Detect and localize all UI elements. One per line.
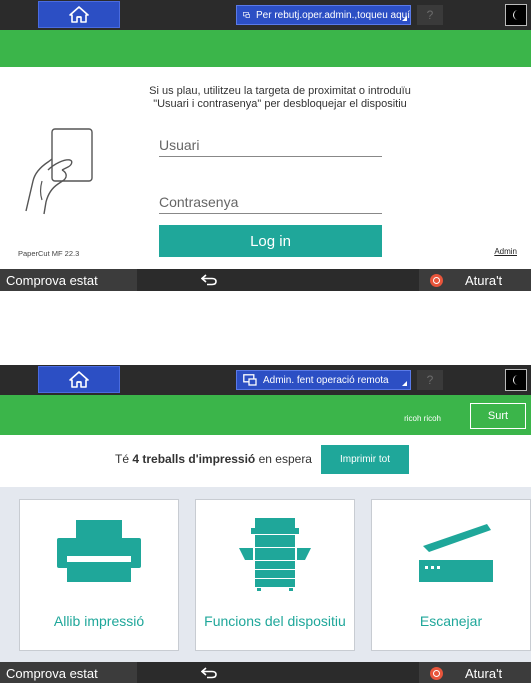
remote-status-button[interactable]: Admin. fent operació remota xyxy=(236,370,411,390)
back-arrow-icon xyxy=(201,667,217,679)
moon-icon xyxy=(513,10,518,20)
printer-icon xyxy=(57,520,141,582)
bottom-bar: Comprova estat Atura't xyxy=(0,269,531,291)
jobs-count: 4 treballs d'impressió xyxy=(132,452,256,466)
scan-tile[interactable]: Escanejar xyxy=(371,499,531,651)
remote-status-button[interactable]: Per rebutj.oper.admin.,toqueu aquí xyxy=(236,5,411,25)
instruction-line-1: Si us plau, utilitzeu la targeta de prox… xyxy=(149,85,411,97)
help-button[interactable]: ? xyxy=(417,370,443,390)
tile-label: Escanejar xyxy=(419,613,483,629)
moon-icon xyxy=(513,375,518,385)
stop-button[interactable]: Atura't xyxy=(419,662,531,683)
stop-label: Atura't xyxy=(465,272,503,288)
print-all-button[interactable]: Imprimir tot xyxy=(321,445,409,474)
bottom-bar: Comprova estat Atura't xyxy=(0,662,531,683)
stop-label: Atura't xyxy=(465,665,503,681)
remote-status-text: Per rebutj.oper.admin.,toqueu aquí xyxy=(256,9,410,21)
top-bar: Admin. fent operació remota ? xyxy=(0,365,531,395)
remote-operation-icon xyxy=(243,374,257,386)
header-bar: ricoh ricoh Surt xyxy=(0,395,531,435)
device-functions-tile[interactable]: Funcions del dispositiu xyxy=(195,499,355,651)
pending-jobs-message: Té 4 treballs d'impressió en espera xyxy=(115,452,312,466)
check-status-button[interactable]: Comprova estat xyxy=(0,269,137,291)
back-button[interactable] xyxy=(198,663,220,683)
user-name: ricoh ricoh xyxy=(404,414,441,423)
tile-label: Funcions del dispositiu xyxy=(204,613,346,629)
energy-saver-button[interactable] xyxy=(505,4,527,26)
back-button[interactable] xyxy=(198,270,220,290)
home-screen: Admin. fent operació remota ? ricoh rico… xyxy=(0,365,531,683)
tile-label: Allib impressió xyxy=(53,613,145,629)
username-field[interactable]: Usuari xyxy=(159,137,382,157)
check-status-label: Comprova estat xyxy=(6,272,98,288)
print-release-tile[interactable]: Allib impressió xyxy=(19,499,179,651)
version-label: PaperCut MF 22.3 xyxy=(18,249,80,258)
exit-button[interactable]: Surt xyxy=(470,403,526,429)
stop-icon xyxy=(430,666,443,680)
remote-operation-icon xyxy=(243,12,250,18)
back-arrow-icon xyxy=(201,274,217,286)
scanner-icon xyxy=(419,524,493,582)
stop-icon xyxy=(430,273,443,287)
header-bar xyxy=(0,30,531,67)
login-button[interactable]: Log in xyxy=(159,225,382,257)
admin-link[interactable]: Admin xyxy=(494,247,517,256)
hand-card-icon xyxy=(25,128,93,215)
remote-status-text: Admin. fent operació remota xyxy=(263,374,389,386)
instruction-line-2: "Usuari i contrasenya" per desbloquejar … xyxy=(153,98,407,110)
jobs-prefix: Té xyxy=(115,452,130,466)
proximity-card-illustration xyxy=(18,126,98,221)
copier-icon xyxy=(239,518,311,591)
expand-corner-icon xyxy=(402,16,407,21)
stop-button[interactable]: Atura't xyxy=(419,269,531,291)
check-status-label: Comprova estat xyxy=(6,665,98,681)
help-button[interactable]: ? xyxy=(417,5,443,25)
login-screen: Per rebutj.oper.admin.,toqueu aquí ? Si … xyxy=(0,0,531,291)
home-button[interactable] xyxy=(38,366,120,393)
home-icon xyxy=(69,6,89,23)
password-field[interactable]: Contrasenya xyxy=(159,194,382,214)
expand-corner-icon xyxy=(402,381,407,386)
top-bar: Per rebutj.oper.admin.,toqueu aquí ? xyxy=(0,0,531,30)
energy-saver-button[interactable] xyxy=(505,369,527,391)
jobs-suffix: en espera xyxy=(258,452,312,466)
home-button[interactable] xyxy=(38,1,120,28)
login-instructions: Si us plau, utilitzeu la targeta de prox… xyxy=(120,85,440,111)
home-icon xyxy=(69,371,89,388)
check-status-button[interactable]: Comprova estat xyxy=(0,662,137,683)
